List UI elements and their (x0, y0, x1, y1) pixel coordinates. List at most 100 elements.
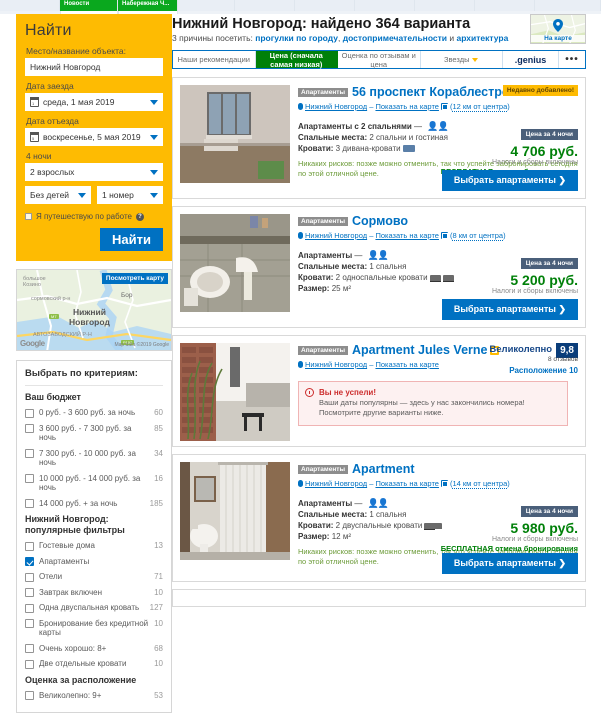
show-on-map-link[interactable]: Показать на карте (375, 360, 439, 369)
select-apartments-button[interactable]: Выбрать апартаменты ❯ (441, 299, 578, 320)
filter-label: 0 руб. - 3 600 руб. за ночь (39, 408, 136, 417)
sort-tabs: Наши рекомендации Цена (сначала самая ни… (172, 50, 586, 69)
checkbox[interactable] (25, 449, 34, 458)
checkbox[interactable] (25, 603, 34, 613)
filter-item-popular-0[interactable]: Гостевые дома 13 (25, 541, 163, 551)
business-travel-row[interactable]: Я путешествую по работе ? (25, 212, 163, 221)
hotel-card[interactable]: Апартаменты 56 проспект Кораблестроителей… (172, 77, 586, 199)
tab-price-lowest[interactable]: Цена (сначала самая низкая) (255, 51, 338, 69)
filter-item-popular-7[interactable]: Две отдельные кровати 10 (25, 659, 163, 669)
filter-item-budget-1[interactable]: 3 600 руб. - 7 300 руб. за ночь 85 (25, 424, 163, 443)
reason-3[interactable]: архитектура (457, 33, 509, 43)
filter-item-budget-0[interactable]: 0 руб. - 3 600 руб. за ночь 60 (25, 408, 163, 418)
filter-item-popular-3[interactable]: Завтрак включен 10 (25, 587, 163, 597)
tab-genius[interactable]: .genius (503, 51, 559, 68)
tab-rating-price[interactable]: Оценка по отзывам и цена (338, 51, 421, 69)
filter-item-popular-1[interactable]: Апартаменты (25, 557, 163, 566)
checkbox[interactable] (25, 408, 34, 418)
distance-from-center[interactable]: 8 км от центра (452, 231, 504, 241)
filter-count: 185 (149, 498, 163, 508)
checkout-value: воскресенье, 5 мая 2019 (43, 132, 141, 142)
hotel-card[interactable]: Апартаменты Apartment Нижний Новгород – П… (172, 454, 586, 582)
map-preview-widget[interactable]: большое Козино сормовский р-н Бор Нижний… (16, 269, 172, 351)
checkbox[interactable] (25, 588, 34, 597)
checkbox[interactable] (25, 659, 34, 669)
checkbox[interactable] (25, 541, 34, 551)
filter-item-popular-4[interactable]: Одна двуспальная кровать 127 (25, 603, 163, 613)
filter-count: 60 (154, 408, 163, 417)
adults-select[interactable]: 2 взрослых (25, 163, 163, 181)
business-travel-checkbox[interactable] (25, 213, 32, 220)
city-link[interactable]: Нижний Новгород (305, 479, 367, 488)
checkout-label: Дата отъезда (26, 116, 79, 126)
view-map-button[interactable]: Посмотреть карту (101, 273, 168, 284)
filter-item-location-0[interactable]: Великолепно: 9+ 53 (25, 690, 163, 700)
filter-count: 85 (154, 423, 163, 433)
review-score-block[interactable]: Великолепно 9,8 8 отзывов Расположение 10 (448, 343, 578, 375)
hotel-photo[interactable] (180, 462, 290, 560)
destination-input[interactable]: Нижний Новгород (25, 58, 163, 76)
checkbox[interactable] (25, 644, 34, 653)
filter-label: Великолепно: 9+ (39, 690, 102, 700)
search-submit-button[interactable]: Найти (100, 228, 163, 251)
hotel-card[interactable]: Апартаменты Сормово Нижний Новгород – Пок… (172, 206, 586, 328)
checkbox-checked[interactable] (25, 557, 34, 566)
help-icon[interactable]: ? (135, 212, 144, 221)
hotel-name-link[interactable]: Apartment (352, 462, 415, 476)
select-apartments-button[interactable]: Выбрать апартаменты ❯ (441, 553, 578, 574)
checkbox[interactable] (25, 499, 34, 508)
filter-item-budget-4[interactable]: 14 000 руб. + за ночь 185 (25, 498, 163, 508)
filter-item-budget-2[interactable]: 7 300 руб. - 10 000 руб. за ночь 34 (25, 449, 163, 468)
hotel-photo[interactable] (180, 214, 290, 312)
room-type-name: Апартаменты с 2 спальнями (298, 122, 412, 131)
children-select[interactable]: Без детей (25, 186, 91, 204)
checkout-select[interactable]: 5 воскресенье, 5 мая 2019 (25, 128, 163, 146)
city-link[interactable]: Нижний Новгород (305, 231, 367, 240)
filter-item-popular-2[interactable]: Отели 71 (25, 572, 163, 582)
checkin-select[interactable]: 1 среда, 1 мая 2019 (25, 93, 163, 111)
hotel-card-partial[interactable] (172, 589, 586, 607)
location-pin-icon (298, 480, 303, 487)
hotel-card-soldout[interactable]: Апартаменты Apartment Jules Verne Нижний … (172, 335, 586, 447)
checkbox[interactable] (25, 572, 34, 582)
checkbox[interactable] (25, 691, 34, 700)
filter-count: 10 (154, 587, 163, 597)
show-on-map-link[interactable]: Показать на карте (375, 102, 439, 111)
filter-panel: Выбрать по критериям: Ваш бюджет 0 руб. … (16, 360, 172, 713)
strip-cell (295, 0, 355, 11)
checkbox[interactable] (25, 619, 34, 628)
select-button-label: Выбрать апартаменты (453, 304, 556, 314)
reason-2[interactable]: достопримечательности (343, 33, 447, 43)
checkin-label: Дата заезда (26, 81, 74, 91)
hotel-name-link[interactable]: Сормово (352, 214, 408, 228)
show-on-map-link[interactable]: Показать на карте (375, 231, 439, 240)
hotel-photo[interactable] (180, 343, 290, 441)
tab-recommended[interactable]: Наши рекомендации (173, 51, 256, 68)
browser-tab-strip: Новости Набережная Ч... (0, 0, 601, 11)
reason-1[interactable]: прогулки по городу (255, 33, 338, 43)
sold-out-title: Вы не успели! (319, 388, 376, 397)
show-on-map-link[interactable]: Показать на карте (375, 479, 439, 488)
tab-stars[interactable]: Звезды (420, 51, 503, 68)
select-apartments-button[interactable]: Выбрать апартаменты ❯ (441, 170, 578, 191)
filter-item-popular-6[interactable]: Очень хорошо: 8+ 68 (25, 644, 163, 653)
hotel-photo[interactable] (180, 85, 290, 183)
browser-tab-1[interactable]: Набережная Ч... (118, 0, 178, 11)
search-panel-title: Найти (25, 22, 72, 39)
sleeping-label: Спальные места: (298, 510, 368, 519)
city-link[interactable]: Нижний Новгород (305, 102, 367, 111)
distance-from-center[interactable]: 14 км от центра (452, 479, 508, 489)
map-thumbnail-button[interactable]: На карте (530, 14, 586, 44)
distance-from-center[interactable]: 12 км от центра (452, 102, 508, 112)
filter-item-budget-3[interactable]: 10 000 руб. - 14 000 руб. за ночь 16 (25, 474, 163, 493)
filter-label: Гостевые дома (39, 541, 96, 550)
calendar-icon: 5 (29, 132, 40, 142)
filter-item-popular-5[interactable]: Бронирование без кредитной карты 10 (25, 619, 163, 638)
city-link[interactable]: Нижний Новгород (305, 360, 367, 369)
location-pin-icon (298, 103, 303, 110)
rooms-select[interactable]: 1 номер (97, 186, 163, 204)
tab-more-options[interactable]: ••• (559, 51, 585, 68)
checkbox[interactable] (25, 424, 34, 433)
checkbox[interactable] (25, 474, 34, 483)
browser-tab-0[interactable]: Новости (60, 0, 118, 11)
